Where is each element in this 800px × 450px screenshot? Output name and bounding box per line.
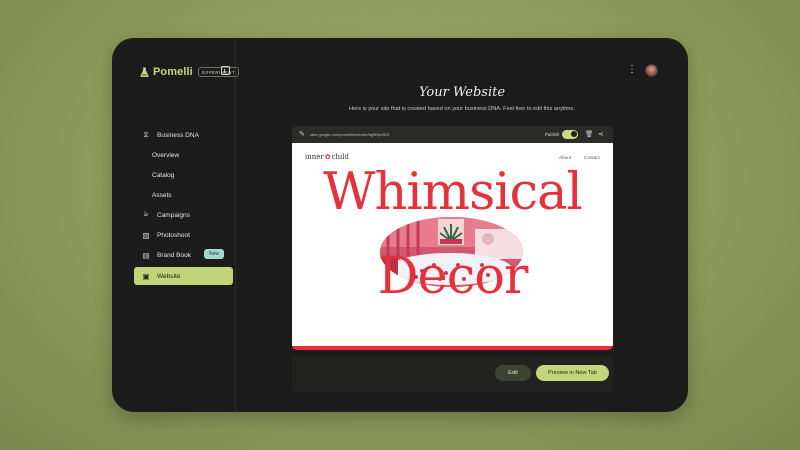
sidebar-item-assets[interactable]: Assets — [134, 186, 233, 204]
website-preview-frame: ✎ labs.google.com/pomelli/website/fqj9f0… — [292, 126, 613, 350]
collapse-sidebar-icon[interactable] — [221, 66, 230, 75]
flower-icon: ✿ — [324, 153, 331, 161]
sidebar-item-brand-book[interactable]: ▤ Brand Book New — [134, 246, 233, 264]
share-icon[interactable]: ⋖ — [598, 130, 603, 138]
image-icon: ▨ — [142, 230, 150, 240]
publish-label: Publish — [545, 131, 560, 137]
hero-line-2: Decor — [377, 247, 529, 306]
sidebar-item-label: Brand Book — [157, 251, 191, 259]
site-logo-left: inner — [305, 153, 324, 161]
sidebar-item-catalog[interactable]: Catalog — [134, 166, 233, 184]
sidebar-item-business-dna[interactable]: ⧖ Business DNA — [134, 126, 233, 144]
sidebar-item-label: Business DNA — [157, 131, 199, 139]
action-bar: Edit Preview in New Tab — [292, 356, 613, 392]
avatar[interactable] — [645, 64, 658, 77]
website-url[interactable]: labs.google.com/pomelli/website/fqj9f0je… — [310, 132, 389, 137]
experiment-badge: EXPERIMENT — [197, 67, 240, 77]
sidebar-item-overview[interactable]: Overview — [134, 146, 233, 164]
preview-new-tab-button[interactable]: Preview in New Tab — [536, 365, 609, 381]
publish-toggle[interactable] — [562, 129, 578, 139]
site-logo-right: child — [331, 153, 350, 161]
website-preview: inner ✿ child About Contact Whimsical De… — [292, 143, 613, 346]
preview-toolbar: ✎ labs.google.com/pomelli/website/fqj9f0… — [292, 126, 613, 143]
campaign-icon: ঌ — [143, 209, 149, 218]
sidebar-item-label: Overview — [152, 151, 180, 159]
page-title: Your Website — [418, 85, 506, 100]
site-nav-about[interactable]: About — [559, 155, 571, 160]
site-logo: inner ✿ child — [305, 153, 349, 161]
site-footer-band — [292, 346, 613, 350]
sidebar-item-website[interactable]: ▣ Website — [134, 267, 233, 285]
trash-icon[interactable]: 🗑 — [585, 130, 593, 138]
app-window: Pomelli EXPERIMENT ⧖ Business DNA Overvi… — [112, 38, 688, 412]
new-badge: New — [204, 249, 225, 259]
page-subtitle: Here is your site that is created based … — [348, 106, 576, 112]
sidebar: Pomelli EXPERIMENT ⧖ Business DNA Overvi… — [112, 38, 240, 412]
sidebar-item-photoshoot[interactable]: ▨ Photoshoot — [134, 226, 233, 244]
website-icon: ▣ — [142, 271, 150, 281]
sidebar-item-label: Assets — [152, 191, 172, 199]
pencil-icon[interactable]: ✎ — [299, 130, 305, 138]
sidebar-item-campaigns[interactable]: ঌ Campaigns — [134, 206, 233, 224]
more-options-icon[interactable]: ⋮ — [627, 65, 637, 75]
edit-button[interactable]: Edit — [495, 365, 531, 381]
flask-icon — [140, 67, 149, 77]
app-name: Pomelli — [153, 66, 193, 78]
site-nav-contact[interactable]: Contact — [584, 155, 600, 160]
sidebar-item-label: Website — [157, 272, 181, 280]
hero-line-1: Whimsical — [323, 163, 583, 222]
dna-icon: ⧖ — [143, 130, 149, 139]
sidebar-item-label: Campaigns — [157, 211, 190, 219]
book-icon: ▤ — [142, 250, 150, 260]
sidebar-item-label: Photoshoot — [157, 231, 190, 239]
sidebar-item-label: Catalog — [152, 171, 175, 179]
